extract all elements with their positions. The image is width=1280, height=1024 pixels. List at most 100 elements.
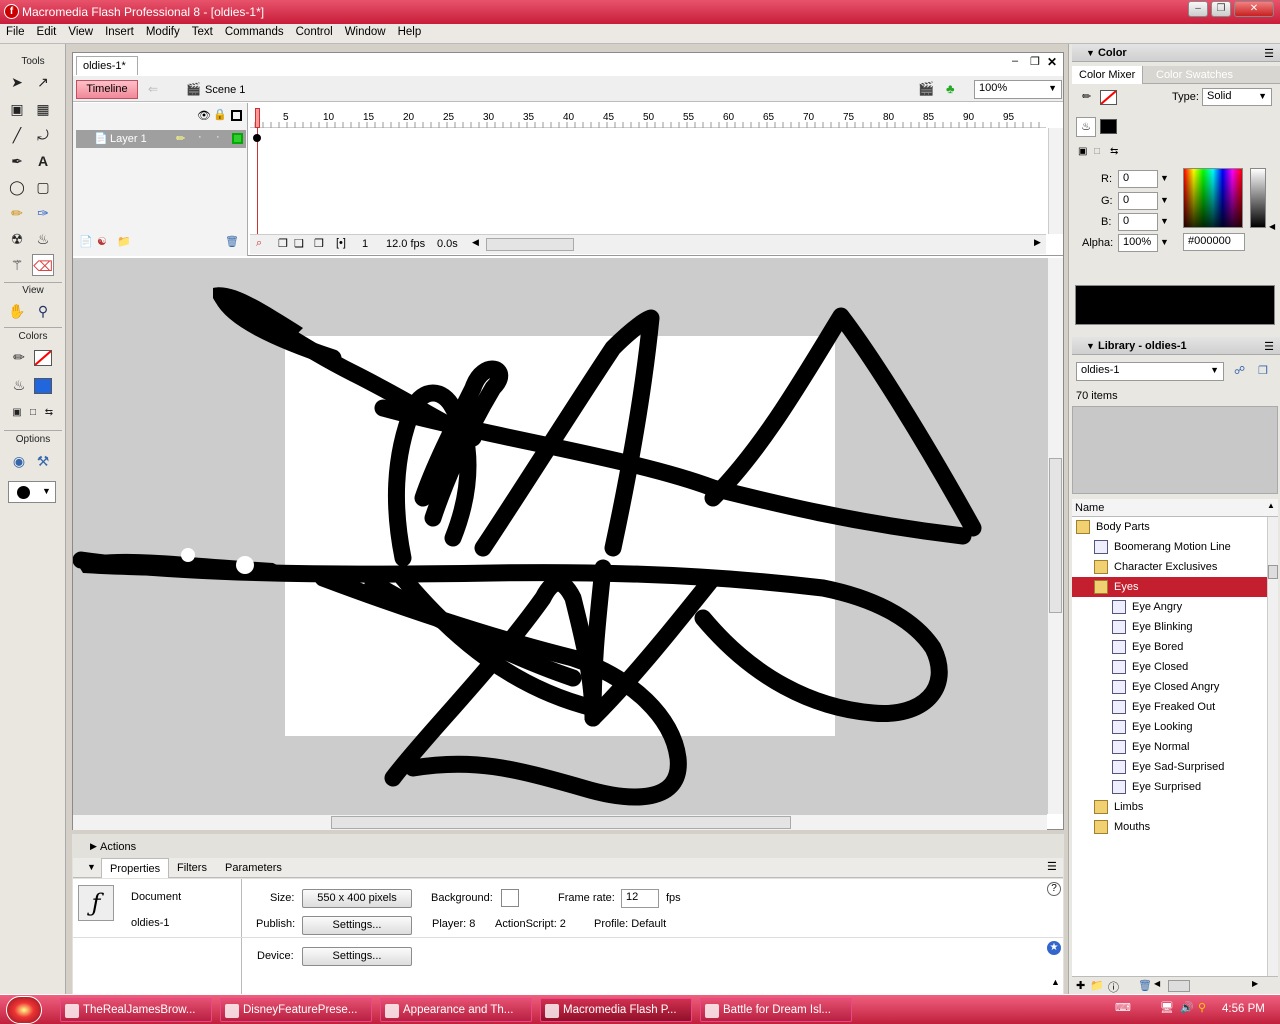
fill-transform-tool-icon[interactable]: ▦ (32, 98, 54, 120)
tray-network-icon[interactable]: 🖥 (1160, 1001, 1174, 1014)
alpha-dropdown-icon[interactable]: ▼ (1160, 237, 1169, 247)
text-tool-icon[interactable]: A (32, 150, 54, 172)
zoom-tool-icon[interactable]: ⚲ (32, 300, 54, 322)
expand-arrow-icon[interactable]: ▶ (90, 841, 97, 852)
taskbar-button[interactable]: Battle for Dream Isl... (700, 998, 852, 1022)
collapse-arrow-icon[interactable]: ▼ (87, 862, 96, 872)
new-library-panel-icon[interactable]: ❐ (1258, 364, 1268, 377)
scroll-right-icon[interactable]: ▶ (1252, 979, 1258, 988)
onion-outlines-icon[interactable]: ❑ (294, 237, 304, 250)
stroke-swatch[interactable] (1100, 90, 1117, 105)
help-icon[interactable]: ? (1047, 882, 1061, 896)
taskbar-button[interactable]: DisneyFeaturePrese... (220, 998, 372, 1022)
swap-colors-icon[interactable]: ⇆ (1110, 146, 1118, 157)
timeline-vscroll[interactable] (1048, 128, 1063, 234)
library-item[interactable]: Eye Sad-Surprised (1072, 757, 1267, 777)
panel-menu-icon[interactable]: ☰ (1047, 860, 1057, 873)
doc-restore-icon[interactable]: ❐ (1030, 55, 1040, 68)
background-color-swatch[interactable] (501, 889, 519, 907)
insert-layer-icon[interactable]: 📄 (79, 235, 93, 248)
tray-volume-icon[interactable]: 🔊 (1180, 1001, 1194, 1014)
size-button[interactable]: 550 x 400 pixels (302, 889, 412, 908)
stage-vscroll-thumb[interactable] (1049, 458, 1062, 613)
doc-close-icon[interactable]: ✕ (1047, 55, 1057, 69)
center-frame-icon[interactable]: ⌕ (256, 237, 262, 250)
timeline-hscroll-thumb[interactable] (486, 238, 574, 251)
oval-tool-icon[interactable]: ◯ (6, 176, 28, 198)
subselection-tool-icon[interactable]: ↗ (32, 71, 54, 93)
menu-insert[interactable]: Insert (99, 24, 140, 38)
eye-icon[interactable]: 👁 (197, 109, 211, 122)
fill-swatch[interactable] (1100, 119, 1117, 134)
stroke-color-icon[interactable]: ✏ (8, 346, 30, 368)
doc-minimize-icon[interactable]: – (1012, 55, 1018, 67)
b-input[interactable]: 0 (1118, 213, 1158, 231)
scroll-left-icon[interactable]: ◀ (1154, 979, 1160, 988)
library-vscroll[interactable] (1267, 517, 1278, 977)
fill-color-swatch[interactable] (34, 378, 52, 394)
library-item[interactable]: Eye Closed (1072, 657, 1267, 677)
library-trash-icon[interactable]: 🗑 (1138, 979, 1152, 992)
publish-settings-button[interactable]: Settings... (302, 916, 412, 935)
rectangle-tool-icon[interactable]: ▢ (32, 176, 54, 198)
menu-help[interactable]: Help (392, 24, 428, 38)
r-dropdown-icon[interactable]: ▼ (1160, 173, 1169, 183)
library-document-dropdown[interactable]: oldies-1 ▼ (1076, 362, 1224, 381)
trash-icon[interactable]: 🗑 (225, 235, 239, 248)
tray-keyboard-icon[interactable]: ⌨ (1115, 1001, 1131, 1014)
eraser-tool-icon[interactable]: ⌫ (32, 254, 54, 276)
color-type-dropdown[interactable]: Solid ▼ (1202, 88, 1272, 106)
hex-input[interactable]: #000000 (1183, 233, 1245, 251)
library-vscroll-thumb[interactable] (1268, 565, 1278, 579)
pen-tool-icon[interactable]: ✒ (6, 150, 28, 172)
lock-icon[interactable]: 🔒 (213, 108, 227, 121)
g-input[interactable]: 0 (1118, 192, 1158, 210)
brightness-slider[interactable] (1250, 168, 1266, 228)
minimize-button[interactable]: – (1188, 1, 1208, 17)
onion-skin-icon[interactable]: ❐ (278, 237, 288, 250)
menu-commands[interactable]: Commands (219, 24, 290, 38)
menu-edit[interactable]: Edit (31, 24, 63, 38)
tray-search-icon[interactable]: ⚲ (1198, 1001, 1206, 1014)
stroke-pencil-icon[interactable]: ✏ (1082, 90, 1091, 103)
library-item[interactable]: Eyes (1072, 577, 1267, 597)
fill-bucket-icon[interactable]: ♨ (1076, 117, 1096, 137)
library-item[interactable]: Eye Blinking (1072, 617, 1267, 637)
library-item[interactable]: Eye Angry (1072, 597, 1267, 617)
framerate-input[interactable]: 12 (621, 889, 659, 908)
zoom-dropdown[interactable]: 100% ▼ (974, 80, 1062, 99)
library-panel-header[interactable]: ▼ Library - oldies-1 ☰ (1072, 337, 1280, 355)
menu-view[interactable]: View (62, 24, 99, 38)
brush-tool-icon[interactable]: ✑ (32, 202, 54, 224)
modify-markers-icon[interactable]: [•] (336, 237, 346, 249)
visibility-dot-icon[interactable]: · (198, 131, 202, 143)
no-color-icon[interactable]: □ (1094, 146, 1100, 157)
outline-icon[interactable] (231, 110, 242, 121)
menu-control[interactable]: Control (290, 24, 339, 38)
stage-vscroll[interactable] (1047, 258, 1063, 814)
library-item[interactable]: Eye Normal (1072, 737, 1267, 757)
device-settings-button[interactable]: Settings... (302, 947, 412, 966)
tab-properties[interactable]: Properties (101, 858, 170, 878)
menu-window[interactable]: Window (339, 24, 392, 38)
flash-app-icon[interactable]: f (4, 4, 19, 19)
stage-hscroll[interactable] (73, 814, 1047, 830)
eraser-mode-icon[interactable]: ◉ (8, 450, 30, 472)
library-item[interactable]: Limbs (1072, 797, 1267, 817)
properties-icon[interactable]: ⓘ (1108, 979, 1119, 995)
faucet-icon[interactable]: ⚒ (32, 450, 54, 472)
new-symbol-icon[interactable]: ✚ (1076, 979, 1085, 992)
library-item[interactable]: Boomerang Motion Line (1072, 537, 1267, 557)
library-column-header[interactable]: Name ▲ (1072, 499, 1278, 517)
panel-menu-icon[interactable]: ☰ (1264, 47, 1274, 60)
lasso-tool-icon[interactable]: ⤾ (32, 124, 54, 146)
swap-colors-icon[interactable]: ⇆ (38, 402, 60, 424)
layer-outline-color[interactable] (232, 133, 243, 144)
g-dropdown-icon[interactable]: ▼ (1160, 195, 1169, 205)
panel-menu-icon[interactable]: ☰ (1264, 340, 1274, 353)
library-item[interactable]: Eye Looking (1072, 717, 1267, 737)
pin-library-icon[interactable]: ☍ (1234, 364, 1245, 377)
library-hscroll-thumb[interactable] (1168, 980, 1190, 992)
black-white-icon[interactable]: ▣ (1078, 146, 1087, 157)
insert-folder-icon[interactable]: 📁 (117, 235, 131, 248)
